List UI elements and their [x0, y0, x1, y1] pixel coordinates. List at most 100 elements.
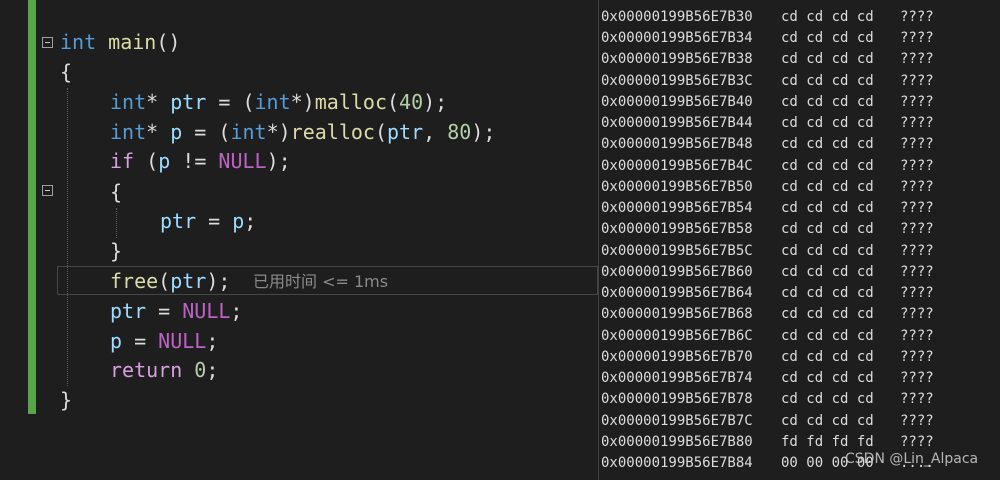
memory-address: 0x00000199B56E7B84	[601, 455, 753, 471]
memory-bytes: cd cd cd cd	[781, 285, 874, 301]
code-line-4[interactable]: int* p = (int*)realloc(ptr, 80);	[110, 117, 495, 147]
token-punct: (	[158, 269, 171, 293]
memory-bytes: cd cd cd cd	[781, 328, 874, 344]
token-punct: (	[134, 149, 159, 173]
code-line-6[interactable]: {	[110, 177, 122, 207]
token-punct: *	[146, 120, 171, 144]
token-function: main	[108, 30, 157, 54]
token-punct: );	[266, 149, 291, 173]
token-type: int	[254, 90, 291, 114]
watermark: CSDN @Lin_Alpaca	[845, 451, 979, 467]
memory-bytes: cd cd cd cd	[781, 370, 874, 386]
collapse-block-icon[interactable]	[42, 185, 53, 196]
memory-ascii: ????	[900, 200, 934, 216]
perf-tip[interactable]: 已用时间 <= 1ms	[253, 270, 388, 294]
token-identifier: ptr	[160, 209, 197, 233]
memory-address: 0x00000199B56E7B50	[601, 179, 753, 195]
code-line-8[interactable]: }	[110, 236, 122, 266]
token-brace: {	[110, 180, 123, 204]
memory-bytes: cd cd cd cd	[781, 136, 874, 152]
memory-ascii: ????	[900, 94, 934, 110]
memory-ascii: ????	[900, 115, 934, 131]
token-macro: NULL	[182, 299, 231, 323]
code-line-5[interactable]: if (p != NULL);	[110, 146, 291, 176]
memory-ascii: ????	[900, 243, 934, 259]
memory-bytes: cd cd cd cd	[781, 413, 874, 429]
token-keyword: int	[60, 30, 97, 54]
token-punct: =	[196, 209, 233, 233]
code-line-12[interactable]: return 0;	[110, 355, 218, 385]
memory-bytes: cd cd cd cd	[781, 73, 874, 89]
token-brace: }	[110, 239, 123, 263]
memory-address: 0x00000199B56E7B74	[601, 370, 753, 386]
memory-address: 0x00000199B56E7B58	[601, 221, 753, 237]
code-line-7[interactable]: ptr = p;	[160, 206, 256, 236]
token-punct: ()	[156, 30, 181, 54]
token-type: int	[230, 120, 267, 144]
memory-bytes: cd cd cd cd	[781, 391, 874, 407]
memory-bytes: cd cd cd cd	[781, 243, 874, 259]
token-identifier: p	[158, 149, 171, 173]
collapse-main-icon[interactable]	[42, 37, 53, 48]
token-punct: *)	[290, 90, 315, 114]
token-identifier: ptr	[170, 90, 207, 114]
token-number: 80	[447, 120, 472, 144]
code-line-3[interactable]: int* ptr = (int*)malloc(40);	[110, 87, 447, 117]
token-type: int	[110, 120, 147, 144]
token-punct: ;	[206, 358, 219, 382]
code-line-13[interactable]: }	[60, 385, 72, 415]
token-punct: ;	[244, 209, 257, 233]
memory-address: 0x00000199B56E7B78	[601, 391, 753, 407]
token-identifier: ptr	[387, 120, 424, 144]
code-line-9[interactable]: free(ptr);	[110, 266, 230, 296]
memory-address: 0x00000199B56E7B44	[601, 115, 753, 131]
code-line-11[interactable]: p = NULL;	[110, 326, 218, 356]
memory-address: 0x00000199B56E7B7C	[601, 413, 753, 429]
memory-address: 0x00000199B56E7B6C	[601, 328, 753, 344]
token-punct: = (	[206, 90, 255, 114]
memory-ascii: ????	[900, 413, 934, 429]
memory-ascii: ????	[900, 285, 934, 301]
token-punct: );	[206, 269, 231, 293]
code-line-1[interactable]: int main()	[60, 27, 180, 57]
token-punct	[182, 358, 194, 382]
memory-ascii: ????	[900, 306, 934, 322]
token-punct: =	[146, 299, 183, 323]
memory-address: 0x00000199B56E7B64	[601, 285, 753, 301]
memory-ascii: ????	[900, 434, 934, 450]
memory-ascii: ????	[900, 51, 934, 67]
memory-address: 0x00000199B56E7B48	[601, 136, 753, 152]
memory-bytes: cd cd cd cd	[781, 30, 874, 46]
memory-address: 0x00000199B56E7B54	[601, 200, 753, 216]
token-punct: !=	[170, 149, 219, 173]
token-function: realloc	[290, 120, 375, 144]
code-editor[interactable]: int main() { int* ptr = (int*)malloc(40)…	[0, 0, 598, 480]
token-punct: ;	[206, 329, 219, 353]
token-number: 40	[399, 90, 424, 114]
token-control: return	[110, 358, 183, 382]
token-identifier: p	[110, 329, 123, 353]
memory-bytes: cd cd cd cd	[781, 94, 874, 110]
token-macro: NULL	[158, 329, 207, 353]
memory-ascii: ????	[900, 349, 934, 365]
token-identifier: ptr	[170, 269, 207, 293]
code-line-10[interactable]: ptr = NULL;	[110, 296, 242, 326]
token-punct: ;	[230, 299, 243, 323]
memory-bytes: cd cd cd cd	[781, 221, 874, 237]
token-macro: NULL	[218, 149, 267, 173]
memory-address: 0x00000199B56E7B5C	[601, 243, 753, 259]
memory-ascii: ????	[900, 179, 934, 195]
token-brace: }	[60, 388, 73, 412]
memory-bytes: cd cd cd cd	[781, 9, 874, 25]
memory-address: 0x00000199B56E7B80	[601, 434, 753, 450]
memory-address: 0x00000199B56E7B30	[601, 9, 753, 25]
memory-address: 0x00000199B56E7B4C	[601, 158, 753, 174]
token-punct: ,	[423, 120, 448, 144]
memory-ascii: ????	[900, 328, 934, 344]
memory-bytes: cd cd cd cd	[781, 200, 874, 216]
memory-window[interactable]: 0x00000199B56E7B30 cd cd cd cd???? 0x0000…	[598, 0, 1000, 480]
change-tracking-bar	[28, 0, 36, 414]
code-line-2[interactable]: {	[60, 57, 72, 87]
token-function: free	[110, 269, 159, 293]
indent-guide-inner	[116, 208, 117, 238]
